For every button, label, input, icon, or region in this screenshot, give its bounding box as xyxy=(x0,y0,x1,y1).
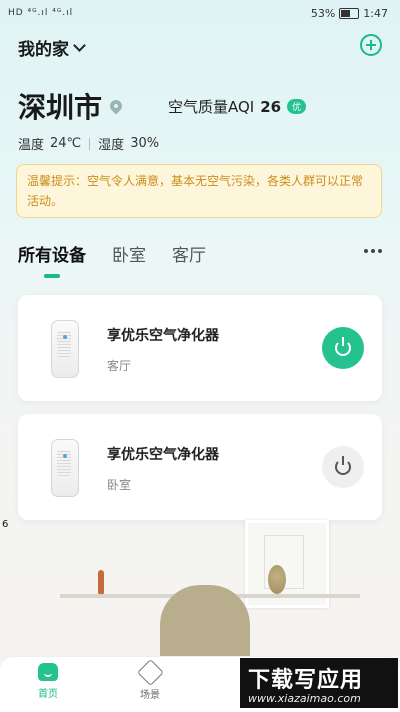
stray-label: 6 xyxy=(2,519,9,530)
tab-living-room[interactable]: 客厅 xyxy=(172,241,206,266)
temp-label: 温度 xyxy=(18,138,45,153)
aqi-badge: 优 xyxy=(287,99,307,114)
signal-icons: HD ⁴ᴳ.ıl ⁴ᴳ.ıl xyxy=(8,8,74,18)
plant-decoration xyxy=(268,565,286,594)
air-tip-banner: 温馨提示：空气令人满意，基本无空气污染，各类人群可以正常活动。 xyxy=(16,164,382,218)
aqi-block: 空气质量AQI 26 优 xyxy=(168,96,307,117)
clock: 1:47 xyxy=(363,7,388,20)
power-icon xyxy=(335,337,351,356)
city-block: 深圳市 xyxy=(18,86,125,126)
location-pin-icon[interactable] xyxy=(107,97,125,115)
device-name: 享优乐空气净化器 xyxy=(107,447,219,463)
nav-scene[interactable]: 场景 xyxy=(136,659,164,701)
nav-scene-label: 场景 xyxy=(140,690,160,701)
watermark-logo: 下载写应用 www.xiazaimao.com xyxy=(240,658,398,708)
plus-circle-icon[interactable] xyxy=(360,34,382,56)
battery-icon xyxy=(339,8,360,19)
device-card[interactable]: 享优乐空气净化器 客厅 xyxy=(18,295,382,401)
nav-home-label: 首页 xyxy=(38,689,58,700)
temp-value: 24℃ xyxy=(50,136,82,151)
status-right: 53% 1:47 xyxy=(311,7,388,20)
power-icon xyxy=(335,456,351,475)
air-purifier-image xyxy=(51,439,79,497)
chevron-down-icon xyxy=(73,39,86,52)
device-room: 卧室 xyxy=(107,478,132,492)
home-icon xyxy=(38,663,58,681)
vase-decoration xyxy=(98,570,104,594)
tip-text: 温馨提示：空气令人满意，基本无空气污染，各类人群可以正常活动。 xyxy=(27,174,364,208)
device-name: 享优乐空气净化器 xyxy=(107,328,219,344)
room-tabs: 所有设备 卧室 客厅 xyxy=(18,241,206,266)
humidity-label: 湿度 xyxy=(98,138,125,153)
power-button[interactable] xyxy=(322,446,364,488)
aqi-value: 26 xyxy=(260,97,282,116)
home-name: 我的家 xyxy=(18,40,69,60)
more-options-icon[interactable] xyxy=(364,249,382,253)
nav-home[interactable]: 首页 xyxy=(38,663,58,700)
city-name: 深圳市 xyxy=(18,91,103,124)
device-room: 客厅 xyxy=(107,359,132,373)
status-bar: HD ⁴ᴳ.ıl ⁴ᴳ.ıl 53% 1:47 xyxy=(0,0,400,28)
home-selector[interactable]: 我的家 xyxy=(18,35,86,60)
power-button[interactable] xyxy=(322,327,364,369)
humidity-value: 30% xyxy=(130,136,160,151)
divider xyxy=(89,137,91,150)
watermark-url: www.xiazaimao.com xyxy=(248,692,361,705)
tab-bedroom[interactable]: 卧室 xyxy=(112,241,146,266)
tab-all-devices[interactable]: 所有设备 xyxy=(18,241,86,266)
watermark-title: 下载写应用 xyxy=(248,668,364,693)
cube-icon xyxy=(136,659,164,686)
chair-decoration xyxy=(160,585,250,665)
battery-percent: 53% xyxy=(310,7,336,20)
air-purifier-image xyxy=(51,320,79,378)
aqi-label: 空气质量AQI xyxy=(168,98,255,116)
device-card[interactable]: 享优乐空气净化器 卧室 xyxy=(18,414,382,520)
weather-row: 温度 24℃ 湿度 30% xyxy=(18,134,159,153)
